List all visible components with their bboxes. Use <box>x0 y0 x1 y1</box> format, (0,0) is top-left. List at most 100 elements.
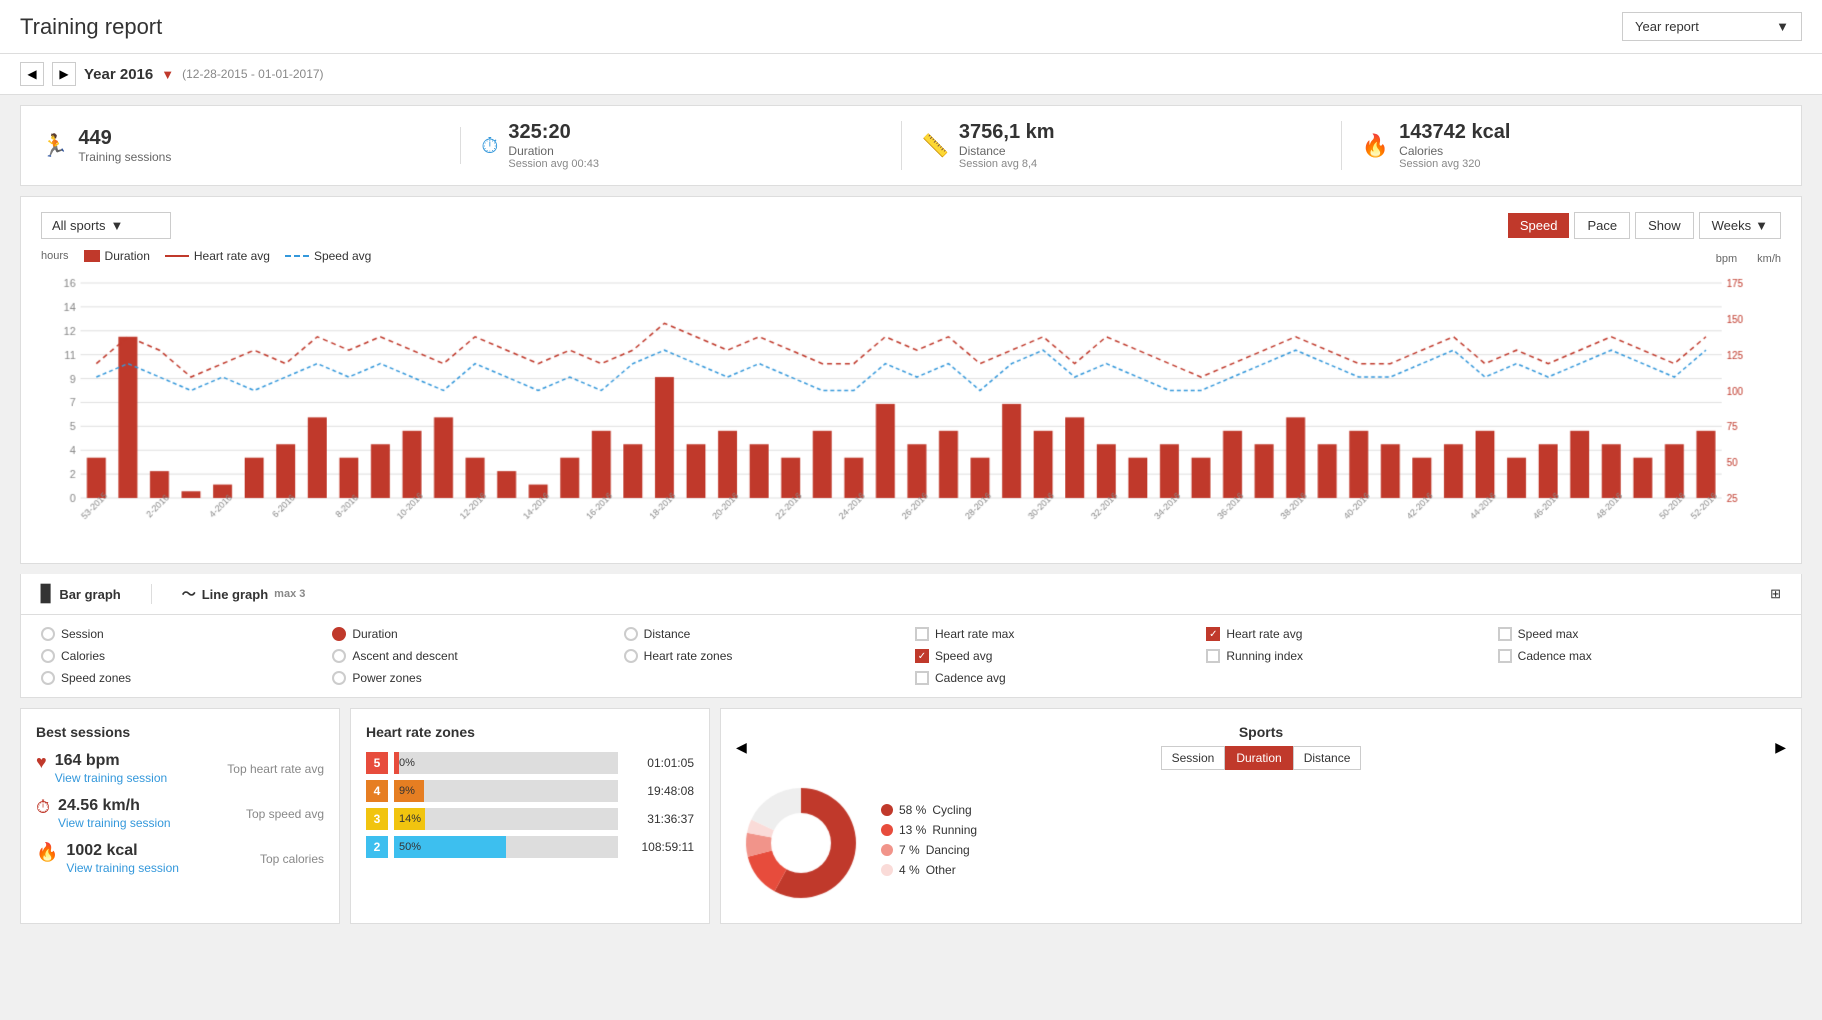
stat-duration-number: 325:20 <box>508 121 599 144</box>
filter-icon[interactable]: ⊞ <box>1770 586 1781 602</box>
radio-button[interactable] <box>41 671 55 685</box>
checkbox-item[interactable]: ✓Heart rate avg <box>1206 627 1489 641</box>
checkbox-item[interactable]: Speed zones <box>41 671 324 685</box>
checkbox-item[interactable]: Duration <box>332 627 615 641</box>
checkbox-item[interactable]: Power zones <box>332 671 615 685</box>
legend-hr-avg: Heart rate avg <box>165 249 270 263</box>
checkbox-item[interactable]: Distance <box>624 627 907 641</box>
hr-avg-line-icon <box>165 255 189 257</box>
graph-type-row: ▊ Bar graph 〜 Line graph max 3 ⊞ <box>41 584 1781 604</box>
radio-button[interactable] <box>332 671 346 685</box>
chart-area: All sports ▼ Speed Pace Show Weeks ▼ hou… <box>20 196 1802 564</box>
sports-legend-item: 58 % Cycling <box>881 803 977 817</box>
sports-prev-button[interactable]: ◀ <box>736 739 747 756</box>
stat-calories-number: 143742 kcal <box>1399 121 1510 144</box>
weeks-button[interactable]: Weeks ▼ <box>1699 212 1781 239</box>
checkbox-item[interactable]: Heart rate zones <box>624 649 907 663</box>
zone-number: 3 <box>366 808 388 830</box>
checkbox-item[interactable]: Session <box>41 627 324 641</box>
year-report-dropdown[interactable]: Year report ▼ <box>1622 12 1802 41</box>
checkbox[interactable] <box>915 671 929 685</box>
radio-button[interactable] <box>332 627 346 641</box>
checkbox-item[interactable]: Speed max <box>1498 627 1781 641</box>
checkbox[interactable] <box>1206 649 1220 663</box>
best-icon: 🔥 <box>36 842 58 863</box>
zone-bar-fill: 9% <box>394 780 424 802</box>
stat-duration-sub: Session avg 00:43 <box>508 158 599 170</box>
best-sessions-title: Best sessions <box>36 724 324 740</box>
stat-sessions-number: 449 <box>78 127 171 150</box>
pace-button[interactable]: Pace <box>1574 212 1630 239</box>
sports-tab[interactable]: Distance <box>1293 746 1362 770</box>
best-icon: ♥ <box>36 752 47 773</box>
year-dropdown-arrow[interactable]: ▼ <box>161 67 174 82</box>
sports-tab[interactable]: Session <box>1161 746 1226 770</box>
sports-color-dot <box>881 824 893 836</box>
chevron-down-icon: ▼ <box>1776 19 1789 34</box>
checkbox[interactable]: ✓ <box>1206 627 1220 641</box>
max-label: max 3 <box>274 588 305 600</box>
sports-legend: 58 % Cycling 13 % Running 7 % Dancing 4 … <box>881 803 977 883</box>
chart-controls: All sports ▼ Speed Pace Show Weeks ▼ <box>41 212 1781 239</box>
panel-hr-zones: Heart rate zones 5 0% 01:01:05 4 9% 19:4… <box>350 708 710 924</box>
checkbox[interactable]: ✓ <box>915 649 929 663</box>
bpm-label: bpm <box>1716 253 1737 265</box>
checkbox-item[interactable]: Ascent and descent <box>332 649 615 663</box>
sports-tab[interactable]: Duration <box>1225 746 1292 770</box>
best-label: Top heart rate avg <box>227 762 324 776</box>
zone-bar-fill: 0% <box>394 752 399 774</box>
checkbox[interactable] <box>1498 649 1512 663</box>
speed-button[interactable]: Speed <box>1508 213 1570 238</box>
best-session-item: 🔥 1002 kcal View training session Top ca… <box>36 842 324 875</box>
checkbox-item[interactable]: Cadence max <box>1498 649 1781 663</box>
zone-time: 01:01:05 <box>624 756 694 770</box>
stat-calories-label: Calories <box>1399 144 1510 158</box>
next-year-button[interactable]: ▶ <box>52 62 76 86</box>
show-button[interactable]: Show <box>1635 212 1694 239</box>
prev-year-button[interactable]: ◀ <box>20 62 44 86</box>
line-graph-text: Line graph <box>202 587 268 602</box>
checkbox-label: Speed max <box>1518 627 1579 641</box>
checkbox-item[interactable]: Heart rate max <box>915 627 1198 641</box>
zone-bar-container: 9% <box>394 780 618 802</box>
zone-time: 31:36:37 <box>624 812 694 826</box>
view-training-link[interactable]: View training session <box>58 816 171 830</box>
checkbox[interactable] <box>915 627 929 641</box>
view-training-link[interactable]: View training session <box>66 861 179 875</box>
radio-button[interactable] <box>41 627 55 641</box>
kmh-label: km/h <box>1757 253 1781 265</box>
chart-buttons: Speed Pace Show Weeks ▼ <box>1508 212 1781 239</box>
best-value: 164 bpm <box>55 752 168 770</box>
checkbox-label: Heart rate max <box>935 627 1014 641</box>
checkbox-item[interactable]: Running index <box>1206 649 1489 663</box>
view-training-link[interactable]: View training session <box>55 771 168 785</box>
sports-nav: ◀ Sports SessionDurationDistance ▶ <box>736 724 1786 770</box>
radio-button[interactable] <box>624 649 638 663</box>
distance-icon: 📏 <box>922 133 949 159</box>
checkbox-label: Session <box>61 627 104 641</box>
checkbox-label: Speed avg <box>935 649 992 663</box>
hr-zones-title: Heart rate zones <box>366 724 694 740</box>
sports-color-dot <box>881 804 893 816</box>
radio-button[interactable] <box>332 649 346 663</box>
sports-select[interactable]: All sports ▼ <box>41 212 171 239</box>
checkbox-label: Duration <box>352 627 397 641</box>
line-graph-label: 〜 Line graph max 3 <box>182 584 306 604</box>
checkbox-label: Distance <box>644 627 691 641</box>
speed-avg-line-icon <box>285 255 309 257</box>
stats-row: 🏃 449 Training sessions ⏱ 325:20 Duratio… <box>20 105 1802 186</box>
bar-graph-text: Bar graph <box>59 587 120 602</box>
chart-main <box>41 268 1781 548</box>
checkbox-item[interactable]: Cadence avg <box>915 671 1198 685</box>
stat-distance-number: 3756,1 km <box>959 121 1055 144</box>
sports-next-button[interactable]: ▶ <box>1775 739 1786 756</box>
checkbox-item[interactable]: ✓ Speed avg <box>915 649 1198 663</box>
radio-button[interactable] <box>624 627 638 641</box>
donut-canvas <box>736 778 866 908</box>
page-title: Training report <box>20 14 162 40</box>
checkbox-item[interactable]: Calories <box>41 649 324 663</box>
checkbox[interactable] <box>1498 627 1512 641</box>
best-value: 1002 kcal <box>66 842 179 860</box>
sports-legend-item: 7 % Dancing <box>881 843 977 857</box>
radio-button[interactable] <box>41 649 55 663</box>
